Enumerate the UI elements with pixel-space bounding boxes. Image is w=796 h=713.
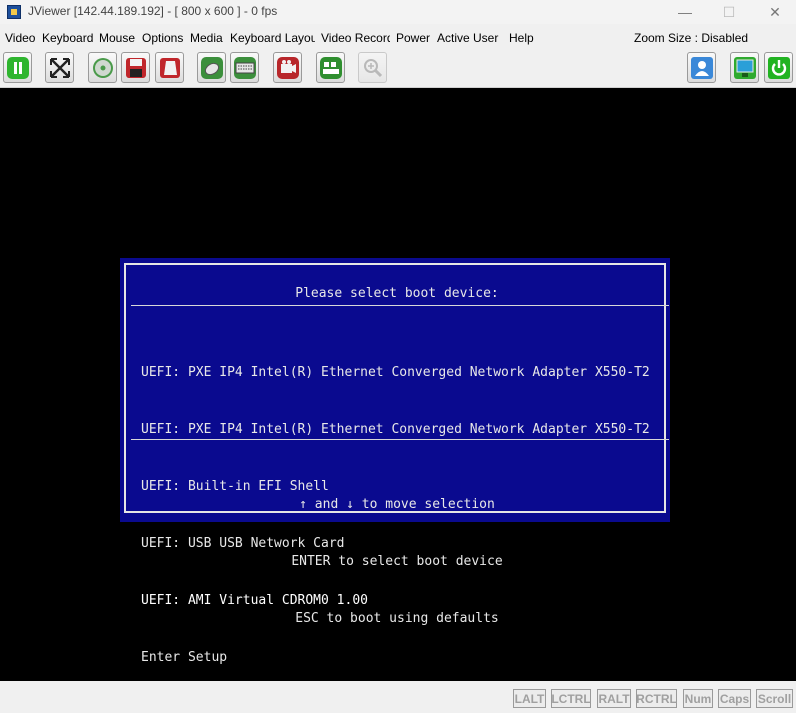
boot-help-text: ↑ and ↓ to move selection ENTER to selec… — [126, 457, 668, 666]
menu-media[interactable]: Media — [190, 31, 225, 45]
status-bar: LALT LCTRL RALT RCTRL Num Caps Scroll — [0, 681, 796, 713]
boot-option[interactable]: UEFI: PXE IP4 Intel(R) Ethernet Converge… — [141, 363, 650, 382]
menu-video[interactable]: Video — [5, 31, 37, 45]
floppy-media-icon — [125, 57, 146, 78]
minimize-button[interactable]: — — [662, 0, 708, 24]
pause-icon — [6, 56, 29, 79]
active-users-icon — [690, 56, 713, 79]
lctrl-indicator[interactable]: LCTRL — [551, 689, 591, 708]
menu-power[interactable]: Power — [396, 31, 432, 45]
divider — [131, 439, 669, 440]
cd-media-icon — [92, 57, 113, 78]
display-icon — [733, 56, 756, 79]
pause-button[interactable] — [3, 52, 32, 83]
fullscreen-button[interactable] — [45, 52, 74, 83]
rctrl-indicator[interactable]: RCTRL — [636, 689, 677, 708]
boot-menu-title: Please select boot device: — [295, 286, 499, 301]
cd-media-button[interactable] — [88, 52, 117, 83]
zoom-icon — [363, 58, 382, 77]
video-record-button[interactable] — [273, 52, 302, 83]
active-users-button[interactable] — [687, 52, 716, 83]
help-line: ENTER to select boot device — [291, 554, 503, 569]
close-button[interactable]: ✕ — [752, 0, 796, 24]
window-title: JViewer [142.44.189.192] - [ 800 x 600 ]… — [28, 4, 278, 18]
hotkeys-icon — [319, 56, 342, 79]
menu-bar: Video Keyboard Mouse Options Media Keybo… — [0, 27, 796, 49]
menu-active-user[interactable]: Active User — [437, 31, 503, 45]
zoom-button[interactable] — [358, 52, 387, 83]
help-line: ESC to boot using defaults — [295, 611, 499, 626]
power-icon — [767, 56, 790, 79]
num-lock-indicator[interactable]: Num — [683, 689, 713, 708]
usb-media-icon — [159, 57, 180, 78]
divider — [131, 305, 669, 306]
fullscreen-icon — [49, 57, 70, 78]
maximize-button[interactable]: ☐ — [706, 0, 752, 24]
keyboard-icon — [233, 56, 256, 79]
ralt-indicator[interactable]: RALT — [597, 689, 631, 708]
floppy-media-button[interactable] — [121, 52, 150, 83]
usb-media-button[interactable] — [155, 52, 184, 83]
display-button[interactable] — [730, 52, 759, 83]
boot-menu-dialog: Please select boot device: UEFI: PXE IP4… — [120, 258, 670, 665]
video-record-icon — [276, 56, 299, 79]
menu-help[interactable]: Help — [509, 31, 539, 45]
help-line: ↑ and ↓ to move selection — [299, 497, 495, 512]
menu-options[interactable]: Options — [142, 31, 185, 45]
remote-screen[interactable]: Please select boot device: UEFI: PXE IP4… — [0, 88, 796, 681]
toolbar — [0, 50, 796, 88]
menu-keyboard[interactable]: Keyboard — [42, 31, 93, 45]
power-button[interactable] — [764, 52, 793, 83]
keyboard-button[interactable] — [230, 52, 259, 83]
app-icon — [7, 5, 21, 19]
zoom-size-label: Zoom Size : Disabled — [634, 31, 749, 45]
title-bar: JViewer [142.44.189.192] - [ 800 x 600 ]… — [0, 0, 796, 24]
scroll-lock-indicator[interactable]: Scroll — [756, 689, 793, 708]
caps-lock-indicator[interactable]: Caps — [718, 689, 751, 708]
boot-menu-frame: Please select boot device: UEFI: PXE IP4… — [124, 263, 669, 665]
hotkeys-button[interactable] — [316, 52, 345, 83]
menu-video-record[interactable]: Video Record — [321, 31, 390, 45]
menu-keyboard-layout[interactable]: Keyboard Layout — [230, 31, 315, 45]
boot-option[interactable]: UEFI: PXE IP4 Intel(R) Ethernet Converge… — [141, 420, 650, 439]
mouse-button[interactable] — [197, 52, 226, 83]
lalt-indicator[interactable]: LALT — [513, 689, 546, 708]
mouse-icon — [200, 56, 223, 79]
menu-mouse[interactable]: Mouse — [99, 31, 137, 45]
